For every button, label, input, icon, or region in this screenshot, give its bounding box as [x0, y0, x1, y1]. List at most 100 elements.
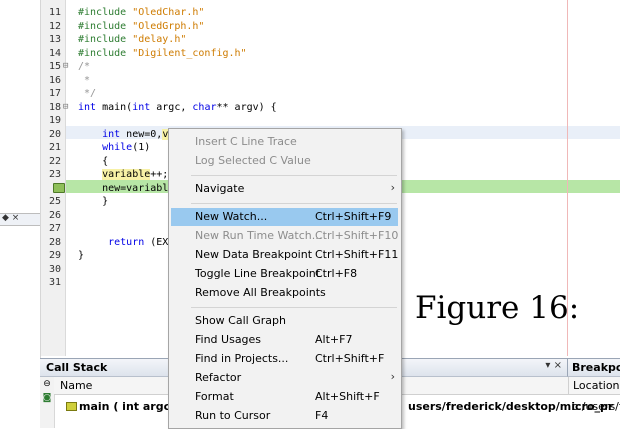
code-token: int	[102, 128, 121, 140]
line-number: 31	[48, 277, 61, 288]
line-number: 29	[48, 250, 61, 261]
code-token: return	[108, 236, 145, 248]
menu-item-new-watch[interactable]: New Watch... Ctrl+Shift+F9	[171, 208, 398, 226]
menu-item-label: New Data Breakpoint	[195, 248, 313, 261]
menu-item-find-usages[interactable]: Find Usages Alt+F7	[171, 331, 398, 349]
menu-item-find-in-projects[interactable]: Find in Projects... Ctrl+Shift+F	[171, 350, 398, 368]
location-column-header[interactable]: Location	[568, 377, 620, 395]
code-token: "OledGrph.h"	[132, 20, 205, 32]
code-token: main(	[96, 101, 133, 113]
menu-item-insert-c-line-trace[interactable]: Insert C Line Trace	[171, 133, 398, 151]
menu-item-label: Find Usages	[195, 333, 262, 346]
fold-toggle-icon[interactable]: ⊟	[63, 61, 68, 71]
line-number: 22	[48, 155, 61, 167]
menu-item-toggle-line-breakpoint[interactable]: Toggle Line Breakpoint Ctrl+F8	[171, 265, 398, 283]
line-number: 13	[48, 34, 61, 45]
line-number: 27	[48, 223, 61, 234]
code-line: */	[78, 88, 96, 99]
line-number: 25	[48, 196, 61, 207]
line-number: 21	[48, 142, 61, 153]
code-line: {	[78, 156, 108, 167]
menu-item-new-data-breakpoint[interactable]: New Data Breakpoint Ctrl+Shift+F11	[171, 246, 398, 264]
menu-item-new-run-time-watch[interactable]: New Run Time Watch... Ctrl+Shift+F10	[171, 227, 398, 245]
menu-item-label: Navigate	[195, 182, 245, 195]
left-panel-tab[interactable]: ◆ ×	[0, 213, 40, 226]
menu-item-label: Insert C Line Trace	[195, 135, 297, 148]
code-token: int	[78, 101, 97, 113]
line-number: 28	[48, 236, 61, 248]
line-number: 23	[48, 169, 61, 180]
code-token: "Digilent_config.h"	[132, 47, 247, 59]
line-number: 19	[48, 115, 61, 126]
code-line: return (EXI	[78, 237, 174, 248]
code-token: *	[78, 74, 91, 86]
menu-item-log-selected-c-value[interactable]: Log Selected C Value	[171, 152, 398, 170]
context-menu: Insert C Line Trace Log Selected C Value N…	[168, 128, 402, 429]
breakpoints-tab[interactable]: Breakpoi	[567, 359, 620, 377]
menu-item-label: New Watch...	[195, 210, 268, 223]
line-number: 15	[48, 61, 61, 72]
menu-separator	[191, 175, 397, 176]
collapse-icon[interactable]: ⊖	[42, 379, 52, 389]
code-token: while	[102, 142, 133, 153]
code-token: ++;	[150, 169, 169, 180]
menu-item-label: Find in Projects...	[195, 352, 289, 365]
menu-item-shortcut: Ctrl+F8	[315, 267, 358, 280]
breakpoint-marker-icon[interactable]	[53, 183, 65, 193]
code-line: }	[78, 250, 84, 261]
panel-controls[interactable]: ▾ ×	[545, 360, 562, 371]
code-line: }	[78, 196, 108, 207]
code-token: new=variable	[78, 182, 175, 194]
menu-item-show-call-graph[interactable]: Show Call Graph	[171, 312, 398, 330]
line-number: 30	[48, 263, 61, 275]
menu-item-remove-all-breakpoints[interactable]: Remove All Breakpoints	[171, 284, 398, 302]
menu-item-shortcut: F4	[315, 409, 329, 422]
line-number: 18	[48, 101, 61, 113]
call-stack-toolbar: ⊖ ◙	[40, 377, 55, 428]
code-token: #include	[78, 34, 133, 45]
line-number: 14	[48, 47, 61, 59]
left-panel	[0, 0, 41, 360]
menu-item-shortcut: Ctrl+Shift+F9	[315, 210, 392, 223]
menu-item-label: Remove All Breakpoints	[195, 286, 326, 299]
refresh-icon[interactable]: ◙	[42, 393, 52, 403]
code-line: while(1)	[78, 142, 150, 153]
menu-item-format[interactable]: Format Alt+Shift+F	[171, 388, 398, 406]
code-line: /*	[78, 61, 90, 72]
code-token: }	[78, 196, 109, 207]
line-number: 16	[48, 74, 61, 86]
line-number: 26	[48, 209, 61, 221]
code-line: #include "delay.h"	[78, 34, 186, 45]
submenu-arrow-icon: ›	[390, 181, 395, 194]
code-token: ** argv) {	[216, 101, 277, 113]
code-token: /*	[78, 61, 91, 72]
line-number: 20	[48, 128, 61, 140]
menu-item-run-to-cursor[interactable]: Run to Cursor F4	[171, 407, 398, 425]
menu-item-shortcut: Ctrl+Shift+F10	[315, 229, 399, 242]
menu-item-label: Run to Cursor	[195, 409, 271, 422]
fold-toggle-icon[interactable]: ⊟	[63, 102, 68, 112]
left-tab-controls[interactable]: ◆ ×	[2, 213, 19, 223]
menu-item-label: Log Selected C Value	[195, 154, 311, 167]
code-token: char	[192, 101, 217, 113]
line-number: 12	[48, 20, 61, 32]
code-token: */	[78, 88, 97, 99]
line-number: 17	[48, 88, 61, 99]
code-line: *	[78, 75, 90, 86]
menu-item-refactor[interactable]: Refactor ›	[171, 369, 398, 387]
code-line: #include "Digilent_config.h"	[78, 48, 247, 59]
menu-item-navigate[interactable]: Navigate ›	[171, 180, 398, 198]
menu-item-shortcut: Alt+Shift+F	[315, 390, 380, 403]
code-token: variable	[102, 169, 151, 180]
menu-item-label: Toggle Line Breakpoint	[195, 267, 321, 280]
code-line: #include "OledGrph.h"	[78, 21, 204, 32]
code-token: int	[132, 101, 151, 113]
code-line: int main(int argc, char** argv) {	[78, 102, 277, 113]
menu-item-shortcut: Alt+F7	[315, 333, 353, 346]
menu-item-label: Format	[195, 390, 234, 403]
code-token: new=0,	[120, 128, 163, 140]
location-column-label: Location	[573, 379, 620, 392]
code-token: #include	[78, 7, 133, 18]
